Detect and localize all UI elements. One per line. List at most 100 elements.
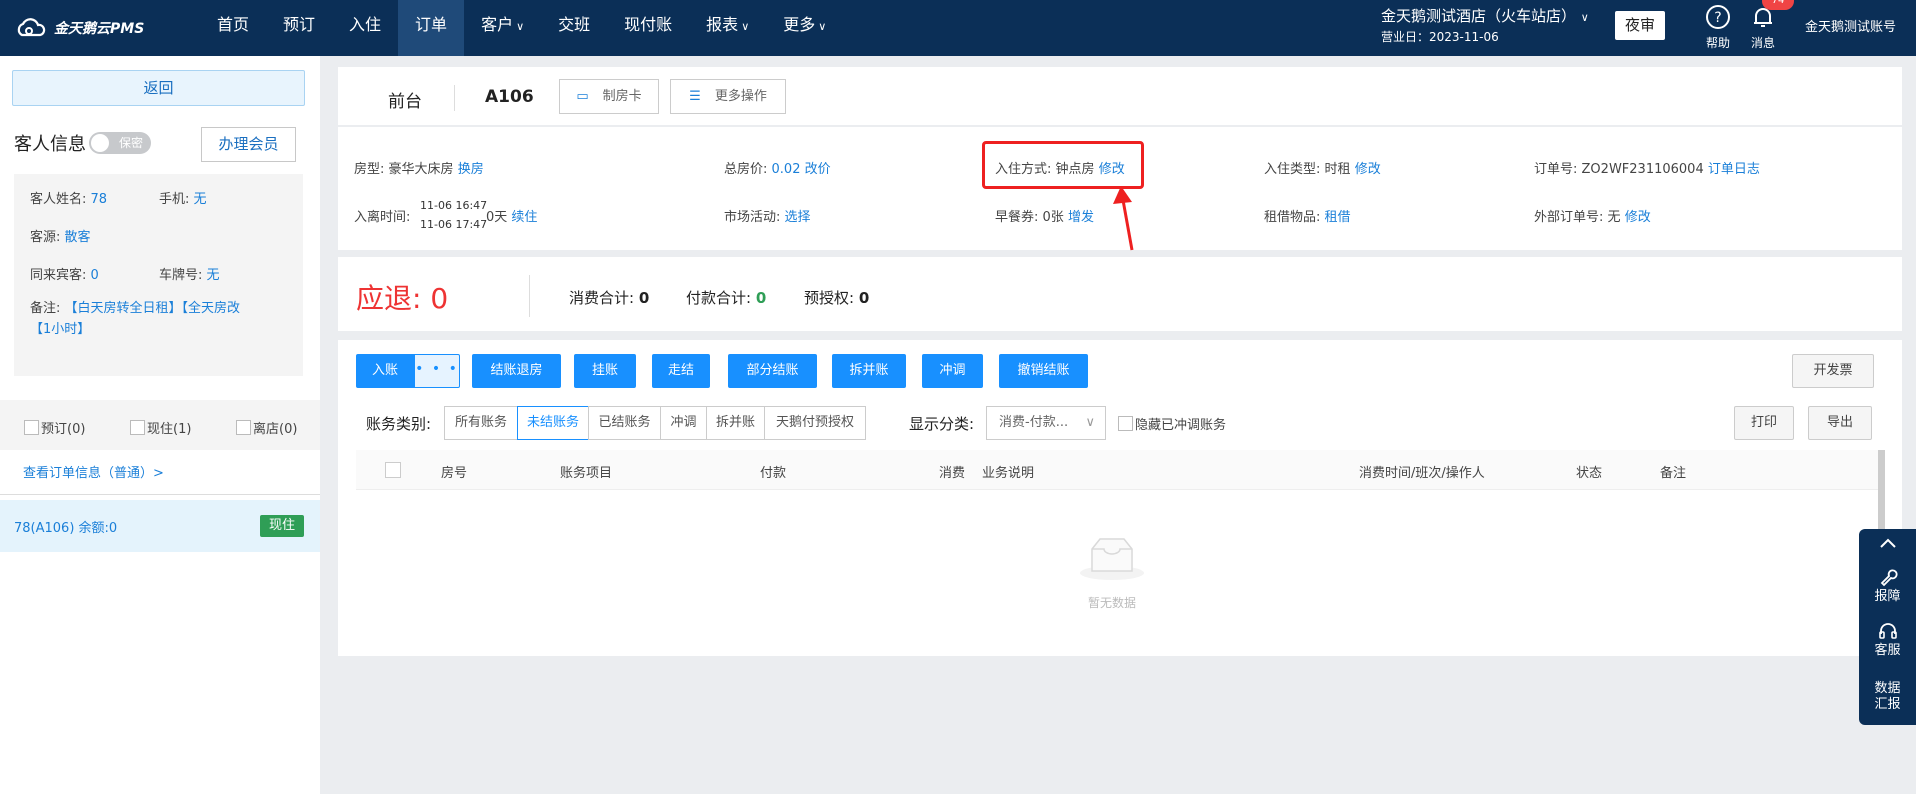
extend-stay-link[interactable]: 续住 — [511, 210, 537, 225]
stay-days: 0天 — [486, 210, 508, 225]
chevron-down-icon: ∨ — [741, 20, 750, 33]
rental-field: 租借物品: 租借 — [1264, 206, 1351, 225]
choose-market-link[interactable]: 选择 — [785, 210, 811, 225]
source-link[interactable]: 散客 — [65, 230, 91, 245]
more-post-options[interactable]: • • • — [414, 354, 460, 388]
col-remark: 备注 — [1660, 466, 1687, 481]
account-menu[interactable]: 金天鹅测试账号 — [1805, 16, 1896, 35]
add-breakfast-link[interactable]: 增发 — [1068, 210, 1094, 225]
tab-split-merge[interactable]: 拆并账 — [706, 406, 765, 440]
nav-item-7[interactable]: 报表 ∨ — [689, 0, 766, 56]
help-button[interactable]: ? 帮助 — [1698, 2, 1738, 51]
filter-booking[interactable]: 预订(0) — [24, 418, 85, 437]
checkout-button[interactable]: 结账退房 — [472, 354, 561, 388]
rental-link[interactable]: 租借 — [1325, 210, 1351, 225]
change-price-link[interactable]: 改价 — [805, 162, 831, 177]
night-audit-button[interactable]: 夜审 — [1615, 11, 1665, 40]
toggle-knob — [91, 134, 109, 152]
invoice-button[interactable]: 开发票 — [1792, 354, 1874, 388]
cancel-checkout-button[interactable]: 撤销结账 — [999, 354, 1088, 388]
nav-item-8[interactable]: 更多 ∨ — [766, 0, 843, 56]
select-all-checkbox[interactable] — [385, 462, 401, 478]
member-button[interactable]: 办理会员 — [201, 127, 296, 162]
filter-left[interactable]: 离店(0) — [236, 418, 297, 437]
chevron-down-icon: ∨ — [1085, 415, 1095, 430]
make-card-button[interactable]: ▭ 制房卡 — [559, 79, 659, 114]
tab-offset[interactable]: 冲调 — [660, 406, 707, 440]
order-number-field: 订单号: ZO2WF231106004 订单日志 — [1534, 158, 1760, 177]
room-type-field: 房型: 豪华大床房 换房 — [354, 158, 484, 177]
modify-checkin-type-link[interactable]: 修改 — [1355, 162, 1381, 177]
nav-item-5[interactable]: 交班 — [541, 0, 607, 56]
room-item-text: 78(A106) 余额:0 — [14, 521, 118, 536]
nav-item-1[interactable]: 预订 — [266, 0, 332, 56]
plate-link[interactable]: 无 — [207, 268, 220, 283]
col-item: 账务项目 — [560, 466, 613, 481]
divider — [529, 275, 530, 317]
empty-state: 暂无数据 — [1078, 535, 1146, 611]
data-report-button[interactable]: 数据 汇报 — [1859, 681, 1916, 713]
col-consume: 消费 — [939, 466, 966, 481]
display-label: 显示分类: — [909, 415, 975, 433]
label: 预授权: — [804, 289, 855, 307]
empty-text: 暂无数据 — [1087, 596, 1136, 610]
list-icon: ☰ — [689, 89, 701, 104]
report-fault-button[interactable]: 报障 — [1859, 567, 1916, 605]
stay-days-field: 0天 续住 — [486, 206, 537, 225]
payment-value: 0 — [755, 289, 767, 307]
tab-all-bills[interactable]: 所有账务 — [444, 406, 518, 440]
breakfast-field: 早餐券: 0张 增发 — [995, 206, 1094, 225]
checkbox[interactable] — [24, 420, 39, 435]
order-info-link[interactable]: 查看订单信息（普通）> — [23, 462, 164, 481]
left-panel: 返回 客人信息 保密 办理会员 客人姓名: 78 手机: 无 客源: 散客 同来… — [0, 56, 320, 794]
offset-button[interactable]: 冲调 — [922, 354, 983, 388]
remark-text[interactable]: 【白天房转全日租】【全天房改【1小时】 — [30, 301, 240, 337]
checkbox[interactable] — [1118, 416, 1133, 431]
display-select[interactable]: 消费-付款... ∨ — [986, 406, 1106, 440]
split-merge-button[interactable]: 拆并账 — [832, 354, 906, 388]
nav-item-2[interactable]: 入住 — [332, 0, 398, 56]
order-log-link[interactable]: 订单日志 — [1708, 162, 1760, 177]
total-price: 0.02 — [771, 162, 801, 177]
print-button[interactable]: 打印 — [1734, 406, 1794, 440]
phone-row: 手机: 无 — [159, 188, 207, 207]
nav-item-6[interactable]: 现付账 — [607, 0, 689, 56]
post-charge-button[interactable]: 入账 — [356, 354, 414, 388]
hide-offset-checkbox[interactable]: 隐藏已冲调账务 — [1118, 414, 1226, 433]
category-label: 账务类别: — [366, 415, 432, 433]
nav-item-3[interactable]: 订单 — [398, 0, 465, 56]
partial-checkout-button[interactable]: 部分结账 — [728, 354, 817, 388]
room-list-item[interactable]: 78(A106) 余额:0 现住 — [0, 500, 320, 552]
table-scrollbar[interactable] — [1878, 450, 1885, 530]
export-button[interactable]: 导出 — [1808, 406, 1872, 440]
filter-staying[interactable]: 现住(1) — [130, 418, 191, 437]
label: 房型: — [354, 162, 385, 177]
back-button[interactable]: 返回 — [12, 70, 305, 106]
checkbox[interactable] — [236, 420, 251, 435]
change-room-link[interactable]: 换房 — [458, 162, 484, 177]
logo-text: 金天鹅云PMS — [54, 21, 145, 37]
floating-toolbar: 报障 客服 数据 汇报 — [1859, 529, 1916, 725]
nav-item-0[interactable]: 首页 — [200, 0, 266, 56]
tab-settled-bills[interactable]: 已结账务 — [588, 406, 661, 440]
label: 总房价: — [724, 162, 768, 177]
privacy-toggle[interactable]: 保密 — [89, 132, 151, 154]
label: 汇报 — [1874, 697, 1901, 712]
more-ops-button[interactable]: ☰ 更多操作 — [670, 79, 786, 114]
nav-item-4[interactable]: 客户 ∨ — [464, 0, 541, 56]
scroll-top-button[interactable] — [1859, 537, 1916, 551]
customer-service-button[interactable]: 客服 — [1859, 621, 1916, 659]
tab-open-bills[interactable]: 未结账务 — [517, 406, 589, 440]
hang-account-button[interactable]: 挂账 — [574, 354, 636, 388]
walk-out-button[interactable]: 走结 — [652, 354, 710, 388]
companions-link[interactable]: 0 — [91, 268, 99, 283]
app-logo[interactable]: 金天鹅云PMS — [14, 15, 144, 41]
order-header: 前台 A106 ▭ 制房卡 ☰ 更多操作 — [338, 67, 1902, 125]
tab-preauth[interactable]: 天鹅付预授权 — [764, 406, 866, 440]
checkbox[interactable] — [130, 420, 145, 435]
hotel-selector[interactable]: 金天鹅测试酒店（火车站店） ∨ — [1381, 6, 1589, 28]
modify-external-order-link[interactable]: 修改 — [1625, 210, 1651, 225]
guest-info-title: 客人信息 — [14, 134, 86, 155]
divider — [454, 85, 455, 111]
nav-label: 报表 — [706, 15, 739, 34]
